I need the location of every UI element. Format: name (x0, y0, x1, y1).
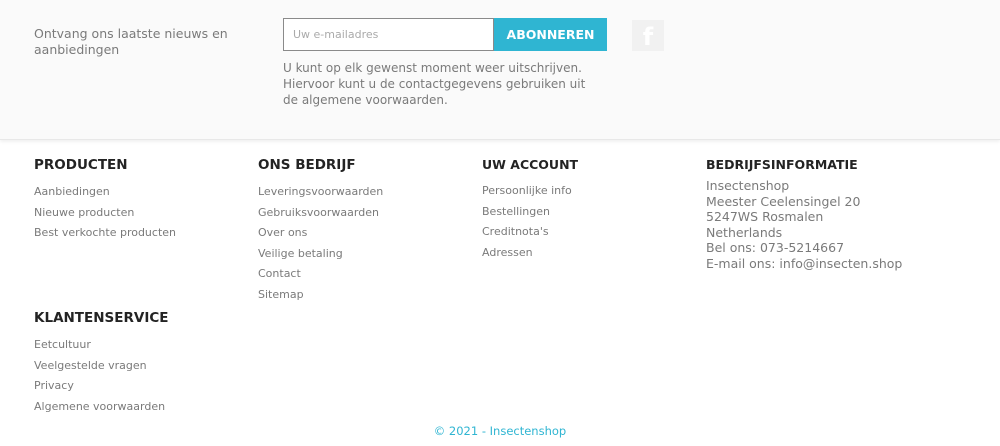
footer-link[interactable]: Persoonlijke info (482, 181, 578, 202)
column-bedrijfsinformatie: BEDRIJFSINFORMATIE Insectenshop Meester … (706, 157, 902, 271)
facebook-icon[interactable]: f (632, 20, 664, 51)
column-title: ONS BEDRIJF (258, 157, 356, 173)
newsletter-section: Ontvang ons laatste nieuws en aanbieding… (0, 0, 1000, 140)
column-producten: PRODUCTEN Aanbiedingen Nieuwe producten … (34, 157, 176, 244)
newsletter-note: U kunt op elk gewenst moment weer uitsch… (283, 61, 586, 107)
copyright-link[interactable]: © 2021 - Insectenshop (0, 424, 1000, 438)
footer-link[interactable]: Best verkochte producten (34, 223, 176, 244)
column-uw-account: UW ACCOUNT Persoonlijke info Bestellinge… (482, 157, 578, 263)
footer-link[interactable]: Sitemap (258, 285, 383, 306)
footer-link[interactable]: Privacy (34, 376, 168, 397)
footer-link[interactable]: Contact (258, 264, 383, 285)
footer-link[interactable]: Bestellingen (482, 202, 578, 223)
company-country: Netherlands (706, 224, 783, 240)
company-street: Meester Ceelensingel 20 (706, 193, 861, 209)
column-title: PRODUCTEN (34, 157, 128, 173)
footer-link[interactable]: Veilige betaling (258, 244, 383, 265)
footer-link[interactable]: Algemene voorwaarden (34, 397, 168, 418)
company-city: 5247WS Rosmalen (706, 209, 824, 224)
footer-link[interactable]: Adressen (482, 243, 578, 264)
column-title: UW ACCOUNT (482, 157, 579, 172)
column-title: BEDRIJFSINFORMATIE (706, 157, 858, 172)
footer-link[interactable]: Creditnota's (482, 222, 578, 243)
subscribe-button[interactable]: ABONNEREN (494, 18, 607, 51)
company-name: Insectenshop (706, 178, 790, 193)
column-ons-bedrijf: ONS BEDRIJF Leveringsvoorwaarden Gebruik… (258, 157, 383, 305)
company-email: E-mail ons: info@insecten.shop (706, 255, 903, 271)
footer-link[interactable]: Leveringsvoorwaarden (258, 182, 383, 203)
company-phone: Bel ons: 073-5214667 (706, 240, 845, 255)
column-klantenservice: KLANTENSERVICE Eetcultuur Veelgestelde v… (34, 310, 168, 417)
footer-link[interactable]: Nieuwe producten (34, 203, 176, 224)
footer-link[interactable]: Eetcultuur (34, 335, 168, 356)
column-title: KLANTENSERVICE (34, 310, 169, 326)
email-input[interactable] (283, 18, 494, 51)
footer-link[interactable]: Aanbiedingen (34, 182, 176, 203)
newsletter-label: Ontvang ons laatste nieuws en aanbieding… (34, 26, 228, 57)
footer-link[interactable]: Veelgestelde vragen (34, 356, 168, 377)
footer-link[interactable]: Gebruiksvoorwaarden (258, 203, 383, 224)
footer-link[interactable]: Over ons (258, 223, 383, 244)
